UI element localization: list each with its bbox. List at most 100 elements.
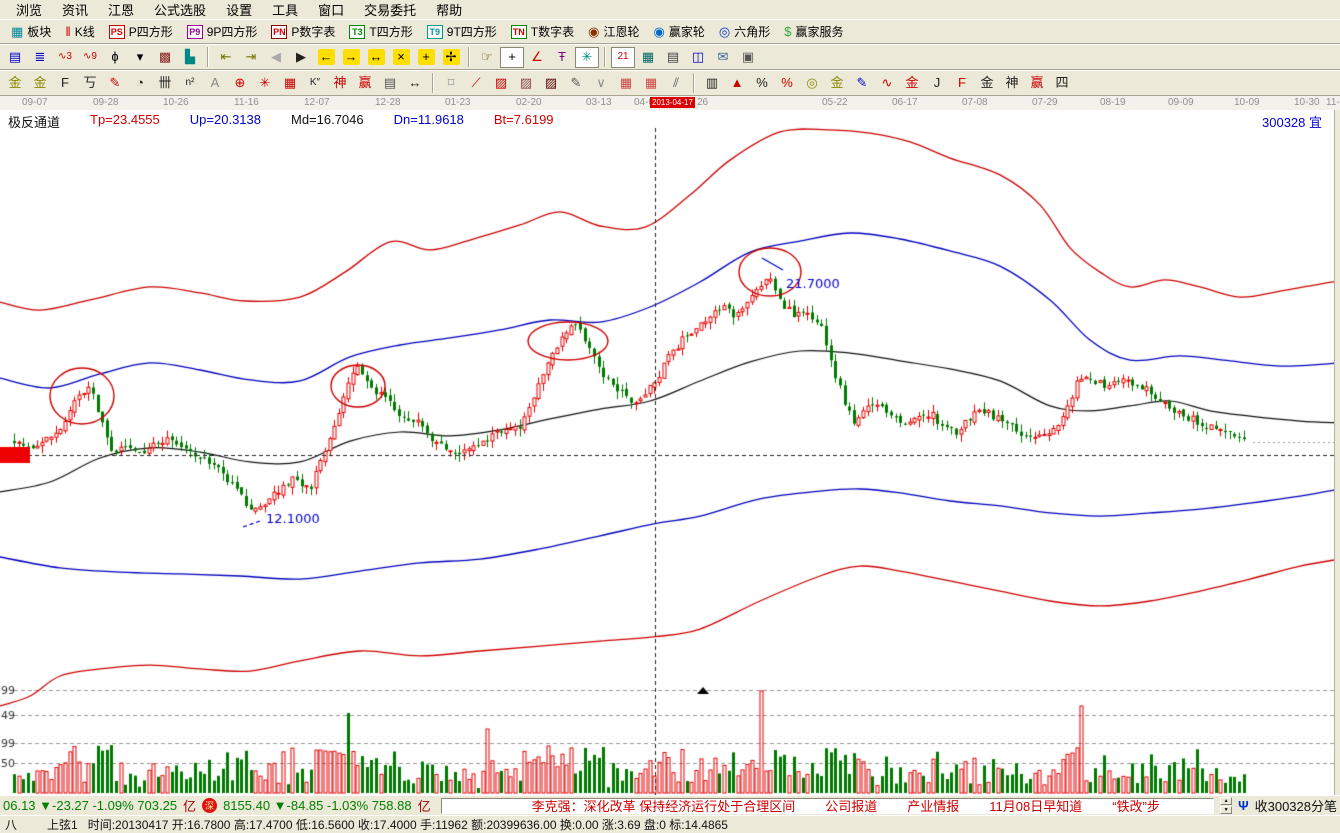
- gold-angle-icon[interactable]: 金: [975, 73, 999, 94]
- fence-icon[interactable]: 卌: [153, 73, 177, 94]
- winner-service-button[interactable]: $赢家服务: [777, 21, 850, 42]
- t-table-button[interactable]: TNT数字表: [504, 21, 581, 42]
- spinner-up-icon[interactable]: ▲: [1220, 797, 1232, 805]
- k-marks-icon[interactable]: K″: [303, 73, 327, 94]
- flower-tool-icon[interactable]: ✳: [575, 47, 599, 68]
- pencil-slash-icon[interactable]: ✎: [564, 73, 588, 94]
- wave-a-icon[interactable]: ∿: [875, 73, 899, 94]
- time-circle-icon[interactable]: ◔: [128, 73, 152, 94]
- news-item-4[interactable]: 11月08日早知道: [989, 798, 1082, 814]
- menu-item-6[interactable]: 工具: [262, 0, 308, 20]
- menu-item-3[interactable]: 江恩: [98, 0, 144, 20]
- last-bar-icon[interactable]: ⇥: [239, 47, 263, 68]
- info-doc-icon[interactable]: ≣: [28, 47, 52, 68]
- menu-item-7[interactable]: 窗口: [308, 0, 354, 20]
- gold-square2-icon[interactable]: 金: [28, 73, 52, 94]
- spinner-down-icon[interactable]: ▼: [1220, 806, 1232, 814]
- t-square-button[interactable]: T3T四方形: [342, 21, 419, 42]
- boards-button[interactable]: ▦板块: [4, 21, 58, 42]
- wave-3-icon[interactable]: ∿3: [53, 47, 77, 68]
- news-ticker[interactable]: 李克强：深化改革 保持经济运行处于合理区间 公司报道 产业情报 11月08日早知道 “铁…: [441, 798, 1214, 814]
- pattern-icon[interactable]: ▩: [153, 47, 177, 68]
- workstation-icon[interactable]: ▣: [736, 47, 760, 68]
- menu-item-8[interactable]: 交易委托: [354, 0, 426, 20]
- diamond-left-icon[interactable]: ←: [314, 47, 338, 68]
- red-web-icon[interactable]: ✳: [253, 73, 277, 94]
- shen-angle-icon[interactable]: 神: [1000, 73, 1024, 94]
- calendar-icon[interactable]: 21: [611, 47, 635, 68]
- notepad-icon[interactable]: ▤: [661, 47, 685, 68]
- gold-red-line-icon[interactable]: 金: [900, 73, 924, 94]
- si-angle-icon[interactable]: 四: [1050, 73, 1074, 94]
- red-target-icon[interactable]: ⊕: [228, 73, 252, 94]
- quote-panel-icon[interactable]: ▤: [3, 47, 27, 68]
- blue-pen-icon[interactable]: ✎: [850, 73, 874, 94]
- frame-tool-icon[interactable]: ⌑: [439, 73, 463, 94]
- winner-wheel-button[interactable]: ◉赢家轮: [646, 21, 711, 42]
- kline-button[interactable]: ǁK线: [58, 21, 101, 42]
- fan-lines-icon[interactable]: ⟋: [464, 73, 488, 94]
- n2-icon[interactable]: n²: [178, 73, 202, 94]
- red-grid3-icon[interactable]: ▦: [639, 73, 663, 94]
- menu-item-1[interactable]: 浏览: [6, 0, 52, 20]
- calculator-icon[interactable]: ▦: [636, 47, 660, 68]
- send-icon[interactable]: ✉: [711, 47, 735, 68]
- diamond-collapse-icon[interactable]: ×: [389, 47, 413, 68]
- main-chart-canvas[interactable]: [0, 110, 1340, 795]
- fan-box2-icon[interactable]: ▨: [514, 73, 538, 94]
- percent-icon[interactable]: %: [750, 73, 774, 94]
- ying-fence-icon[interactable]: 赢: [353, 73, 377, 94]
- hexagon-button[interactable]: ◎六角形: [712, 21, 777, 42]
- diamond-expand-icon[interactable]: +: [414, 47, 438, 68]
- f-tool-icon[interactable]: F: [53, 73, 77, 94]
- chart-right-scrollbar[interactable]: [1334, 110, 1340, 795]
- diamond-right-icon[interactable]: →: [339, 47, 363, 68]
- percent-line-icon[interactable]: %: [775, 73, 799, 94]
- volume-profile-icon[interactable]: ▙: [178, 47, 202, 68]
- circle-gold-icon[interactable]: ◎: [800, 73, 824, 94]
- wave-9-icon[interactable]: ∿9: [78, 47, 102, 68]
- gold-square-icon[interactable]: 金: [3, 73, 27, 94]
- first-bar-icon[interactable]: ⇤: [214, 47, 238, 68]
- pen-flag-icon[interactable]: ✎: [103, 73, 127, 94]
- red-grid-icon[interactable]: ▦: [278, 73, 302, 94]
- f-angle-icon[interactable]: F: [950, 73, 974, 94]
- fan-box-icon[interactable]: ▨: [489, 73, 513, 94]
- 9t-square-button[interactable]: T99T四方形: [420, 21, 504, 42]
- shen-fence-icon[interactable]: 神: [328, 73, 352, 94]
- news-item-2[interactable]: 公司报道: [825, 798, 877, 814]
- angle-tool-icon[interactable]: ∠: [525, 47, 549, 68]
- menu-item-5[interactable]: 设置: [216, 0, 262, 20]
- news-item-3[interactable]: 产业情报: [907, 798, 959, 814]
- red-grid2-icon[interactable]: ▦: [614, 73, 638, 94]
- gann-tool-icon[interactable]: Ŧ: [550, 47, 574, 68]
- angle-a-icon[interactable]: A: [203, 73, 227, 94]
- hook-tool-icon[interactable]: 丂: [78, 73, 102, 94]
- menu-item-9[interactable]: 帮助: [426, 0, 472, 20]
- ying-angle-icon[interactable]: 赢: [1025, 73, 1049, 94]
- crosshair-tool-icon[interactable]: +: [500, 47, 524, 68]
- next-bar-icon[interactable]: ▶: [289, 47, 313, 68]
- grid-123-icon[interactable]: ▤: [378, 73, 402, 94]
- diamond-hrange-icon[interactable]: ↔: [364, 47, 388, 68]
- triangle-pct-icon[interactable]: ▲: [725, 73, 749, 94]
- news-item-5[interactable]: “铁改”步: [1112, 798, 1160, 814]
- menu-item-4[interactable]: 公式选股: [144, 0, 216, 20]
- prev-bar-icon[interactable]: ◀: [264, 47, 288, 68]
- slashes-icon[interactable]: ⫽: [664, 73, 688, 94]
- diamond-center-icon[interactable]: ✢: [439, 47, 463, 68]
- width-arrows-icon[interactable]: ↔: [403, 73, 427, 94]
- levels-icon[interactable]: ▥: [700, 73, 724, 94]
- v-dots-icon[interactable]: ∨: [589, 73, 613, 94]
- j-angle-icon[interactable]: J: [925, 73, 949, 94]
- candle-dropdown-icon[interactable]: ▾: [128, 47, 152, 68]
- hand-tool-icon[interactable]: ☞: [475, 47, 499, 68]
- save-icon[interactable]: ◫: [686, 47, 710, 68]
- menu-item-2[interactable]: 资讯: [52, 0, 98, 20]
- candle-style-icon[interactable]: ɸ: [103, 47, 127, 68]
- p-square-button[interactable]: PSP四方形: [102, 21, 180, 42]
- news-item-1[interactable]: 李克强：深化改革 保持经济运行处于合理区间: [532, 798, 796, 814]
- 9p-square-button[interactable]: P99P四方形: [180, 21, 265, 42]
- p-table-button[interactable]: PNP数字表: [264, 21, 342, 42]
- dark-fan-icon[interactable]: ▨: [539, 73, 563, 94]
